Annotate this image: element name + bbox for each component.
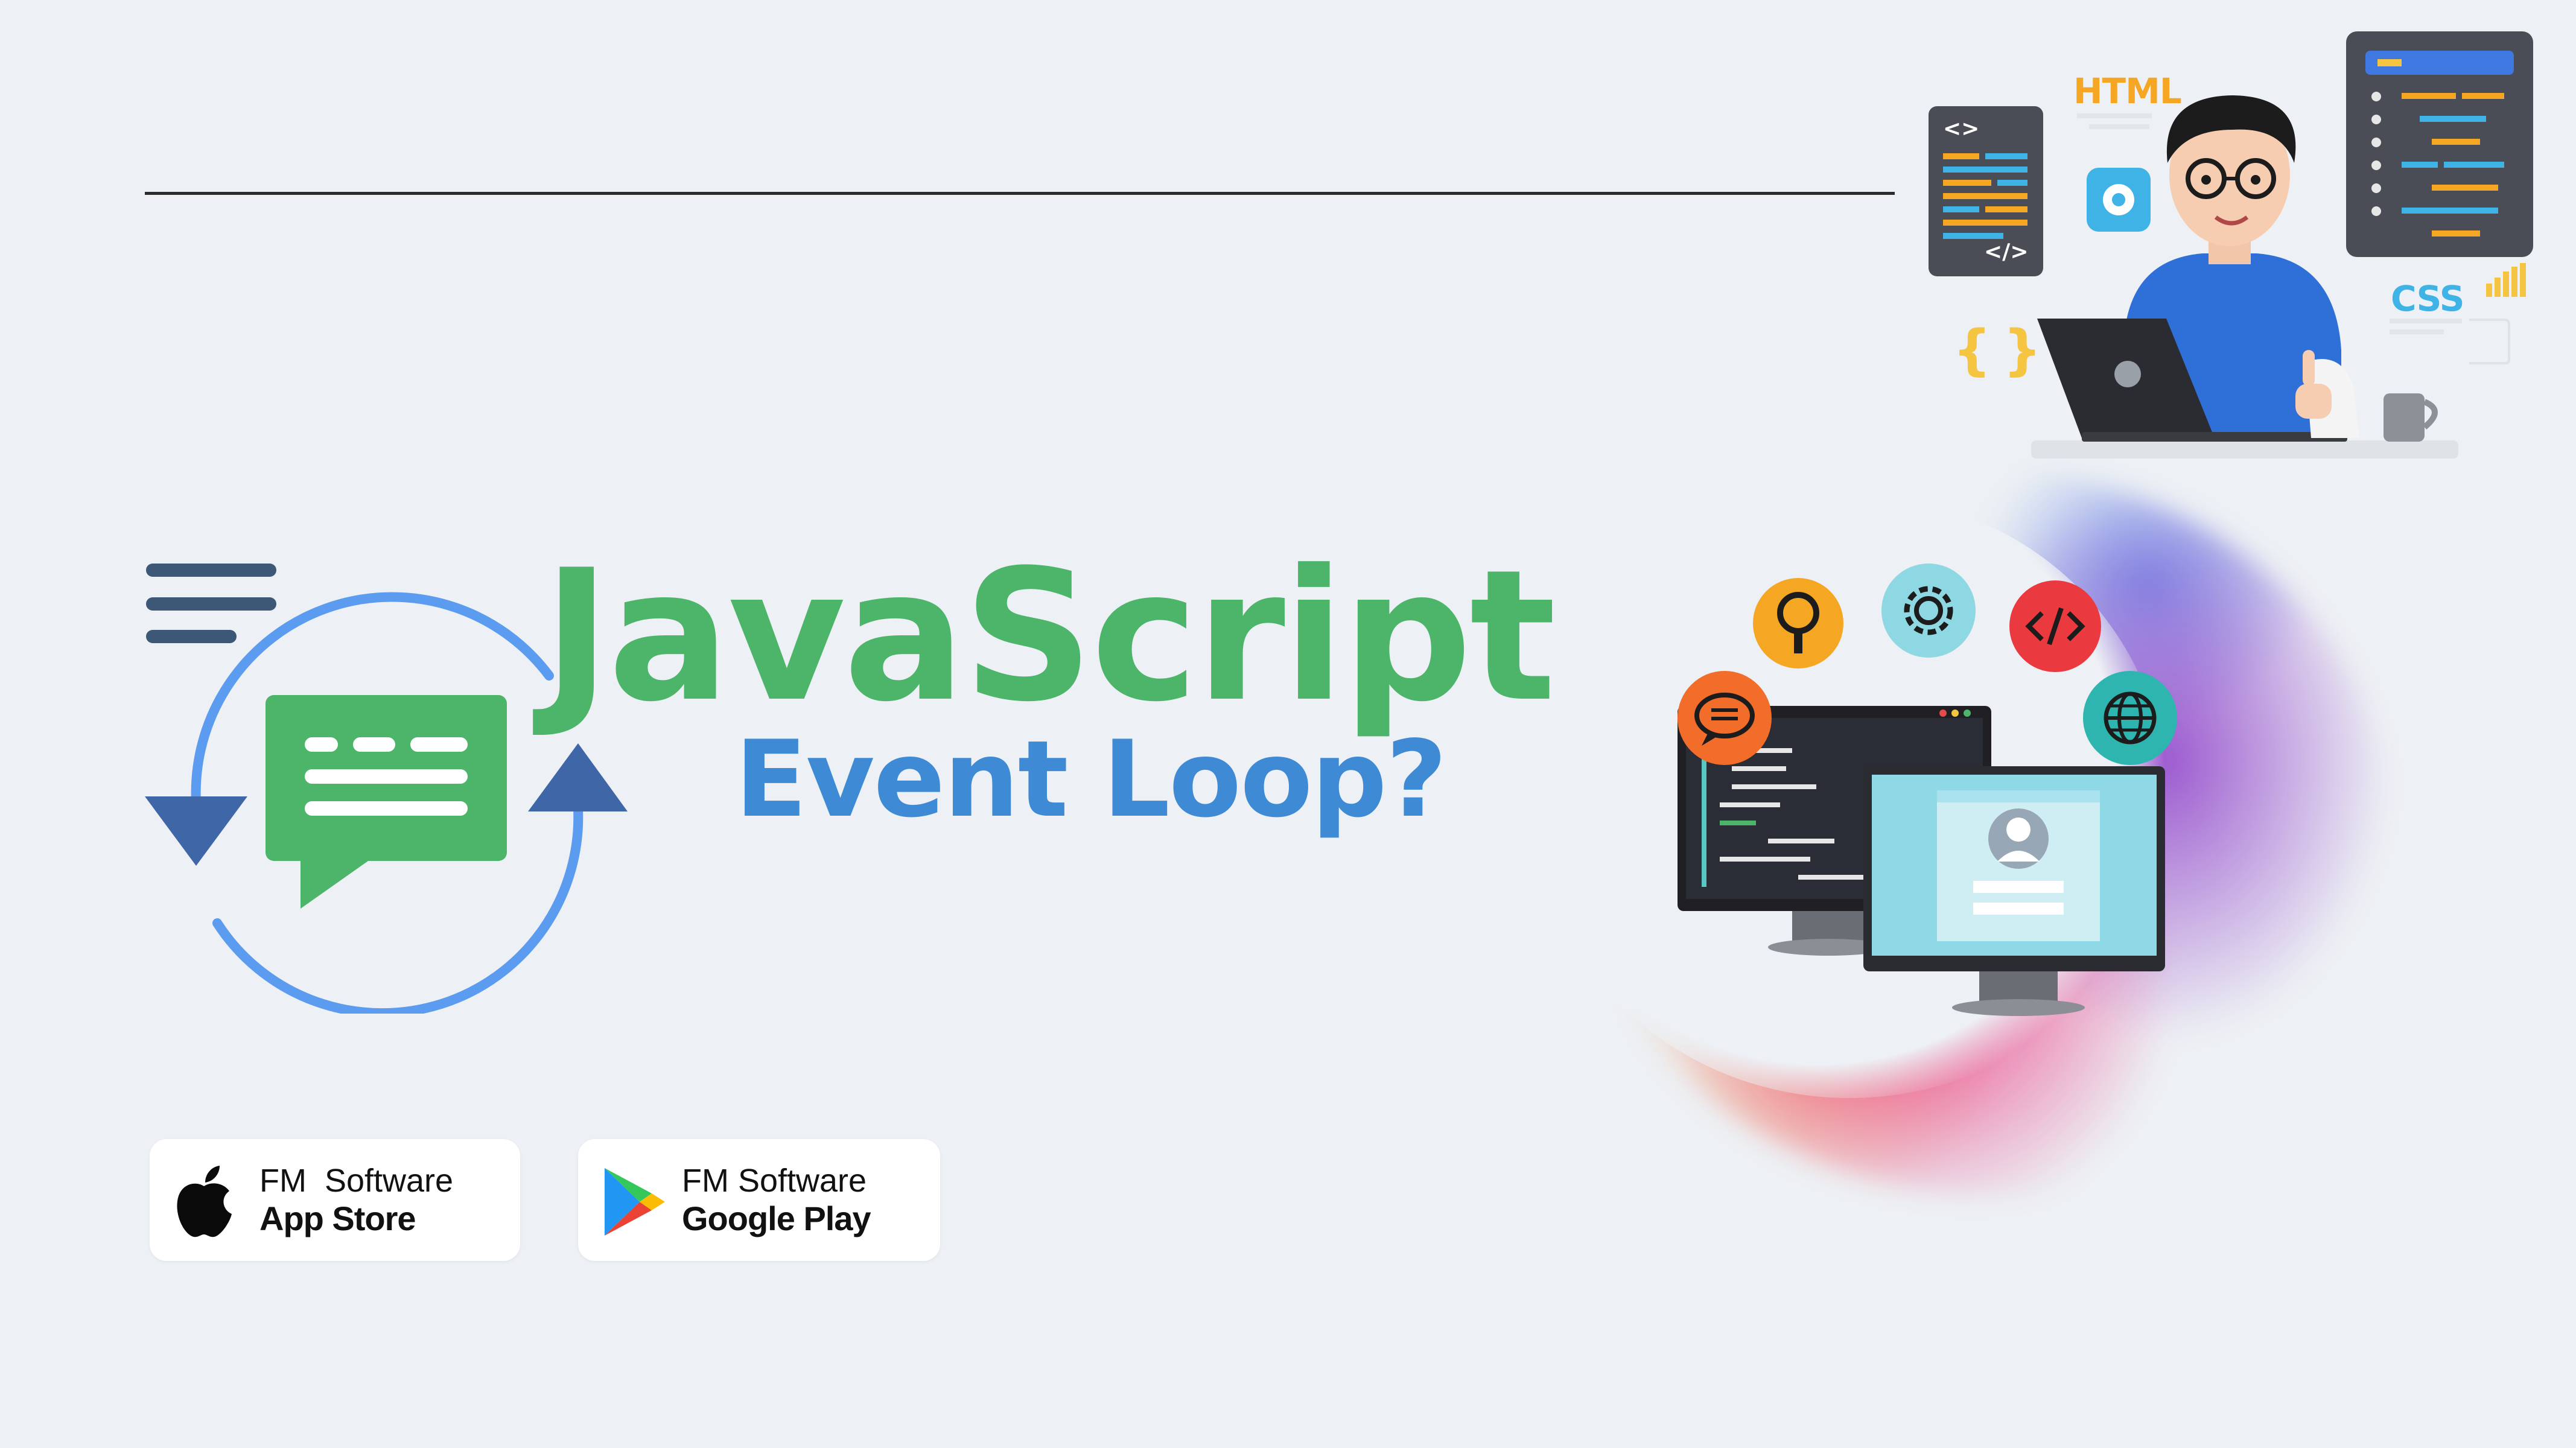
google-play-label: Google Play (682, 1199, 871, 1237)
search-icon (1753, 578, 1843, 668)
divider-line (145, 192, 1895, 195)
braces-label: { } (1953, 319, 2042, 382)
css-label: CSS (2391, 278, 2465, 319)
chat-icon (1678, 671, 1772, 765)
google-play-button[interactable]: FM Software Google Play (578, 1139, 940, 1261)
angle-brackets-label: <> (1943, 116, 1980, 141)
app-store-label: App Store (259, 1199, 416, 1237)
app-store-brand: FM Software (259, 1163, 454, 1199)
html-label: HTML (2073, 71, 2182, 112)
page-title: JavaScript (543, 531, 1556, 741)
google-play-brand: FM Software (682, 1163, 867, 1199)
google-play-icon (601, 1166, 667, 1238)
code-icon (2009, 580, 2101, 672)
chat-bubble-icon (266, 695, 507, 909)
hamburger-menu-icon (146, 564, 276, 643)
close-tag-label: </> (1984, 240, 2029, 264)
apple-icon (173, 1164, 235, 1239)
gear-icon (1881, 564, 1976, 658)
page-subtitle: Event Loop? (735, 719, 1447, 841)
app-store-button[interactable]: FM Software App Store (150, 1139, 520, 1261)
globe-icon (2083, 671, 2177, 765)
